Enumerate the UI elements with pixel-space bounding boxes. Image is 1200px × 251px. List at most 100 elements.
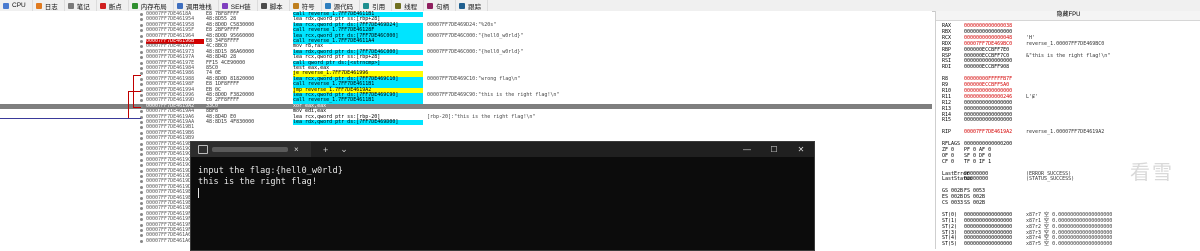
new-tab-button[interactable]: + bbox=[323, 145, 328, 155]
terminal-line: this is the right flag! bbox=[198, 177, 317, 187]
breakpoint-dot[interactable] bbox=[140, 110, 143, 114]
tab-icon bbox=[131, 2, 138, 9]
tab-13[interactable]: 跟踪 bbox=[456, 0, 489, 11]
breakpoint-dot[interactable] bbox=[140, 126, 143, 130]
tab-icon bbox=[99, 2, 106, 9]
tab-1[interactable]: 日志 bbox=[33, 0, 65, 11]
terminal-output[interactable]: input the flag:{hell0_w0rld} this is the… bbox=[191, 157, 814, 209]
breakpoint-dot[interactable] bbox=[140, 45, 143, 49]
register-name: RDI bbox=[942, 64, 952, 71]
breakpoint-dot[interactable] bbox=[140, 234, 143, 238]
breakpoint-dot[interactable] bbox=[140, 212, 143, 216]
breakpoint-dot[interactable] bbox=[140, 175, 143, 178]
tab-9[interactable]: 源代码 bbox=[322, 0, 361, 11]
breakpoint-dot[interactable] bbox=[140, 153, 143, 157]
tab-icon bbox=[3, 2, 9, 9]
breakpoint-dot[interactable] bbox=[140, 229, 143, 232]
tab-10[interactable]: 引用 bbox=[360, 0, 393, 11]
breakpoint-dot[interactable] bbox=[140, 29, 143, 33]
jump-arrow-line bbox=[133, 107, 141, 108]
tab-6[interactable]: SEH链 bbox=[219, 0, 258, 11]
register-row[interactable]: LastStatus00000000 (STATUS_SUCCESS) bbox=[942, 176, 1074, 182]
breakpoint-dot[interactable] bbox=[140, 202, 143, 205]
tab-3[interactable]: 断点 bbox=[97, 0, 129, 11]
terminal-icon bbox=[198, 145, 208, 154]
registers-panel: 隐藏FPU RAX 0000000000000038 RBX 000000000000… bbox=[935, 11, 1200, 249]
terminal-tab-title bbox=[212, 147, 288, 152]
breakpoint-dot[interactable] bbox=[140, 13, 143, 16]
terminal-line: input the flag:{hell0_w0rld} bbox=[198, 166, 343, 176]
tab-label: 内存布局 bbox=[140, 3, 167, 11]
register-row[interactable]: RIP 00007FF7DE4619A2 reverse_1.00007FF7DE4… bbox=[942, 129, 1104, 135]
breakpoint-dot[interactable] bbox=[140, 164, 143, 168]
terminal-window[interactable]: × + ⌄ — ☐ ✕ input the flag:{hell0_w0rld}… bbox=[190, 141, 815, 251]
breakpoint-dot[interactable] bbox=[140, 223, 143, 227]
tab-7[interactable]: 脚本 bbox=[258, 0, 290, 11]
breakpoint-dot[interactable] bbox=[140, 239, 143, 243]
hide-fpu-toggle[interactable]: 隐藏FPU bbox=[936, 11, 1200, 21]
register-comment: L'Ɇ' bbox=[1026, 93, 1039, 100]
breakpoint-dot[interactable] bbox=[140, 148, 143, 151]
tab-0[interactable]: CPU bbox=[0, 0, 33, 11]
jump-arrow-line bbox=[128, 91, 141, 92]
register-comment: &"this is the right flag!\n" bbox=[1026, 52, 1111, 59]
breakpoint-dot[interactable] bbox=[140, 67, 143, 70]
tab-icon bbox=[324, 2, 331, 9]
tab-label: 笔记 bbox=[76, 3, 90, 11]
tab-5[interactable]: 调用堆栈 bbox=[174, 0, 219, 11]
tab-label: 线程 bbox=[404, 3, 418, 11]
minimize-button[interactable]: — bbox=[734, 142, 760, 157]
breakpoint-dot[interactable] bbox=[140, 99, 143, 103]
breakpoint-dot[interactable] bbox=[140, 40, 143, 43]
close-tab-icon[interactable]: × bbox=[294, 145, 299, 154]
tab-icon bbox=[221, 2, 228, 9]
register-row[interactable]: CF 0 TF 0 IF 1 bbox=[942, 159, 1026, 165]
jump-arrow-line bbox=[0, 118, 141, 119]
tab-icon bbox=[363, 2, 370, 9]
jump-arrow-line bbox=[133, 75, 141, 76]
breakpoint-dot[interactable] bbox=[140, 34, 143, 38]
breakpoint-dot[interactable] bbox=[140, 131, 143, 135]
breakpoint-dot[interactable] bbox=[140, 185, 143, 189]
register-row[interactable]: ST(5) 0000000000000000 x87r5 空 0.000000000… bbox=[942, 241, 1112, 247]
tab-2[interactable]: 笔记 bbox=[65, 0, 97, 11]
tab-label: 跟踪 bbox=[468, 3, 482, 11]
breakpoint-dot[interactable] bbox=[140, 94, 143, 97]
tab-icon bbox=[459, 2, 466, 9]
register-row[interactable]: R15 0000000000000000 bbox=[942, 117, 1026, 123]
register-value: 000000ECCBFF908 bbox=[964, 64, 1010, 71]
register-value: SS 002B bbox=[964, 200, 986, 206]
breakpoint-dot[interactable] bbox=[140, 180, 143, 184]
breakpoint-dot[interactable] bbox=[140, 196, 143, 200]
tab-12[interactable]: 句柄 bbox=[424, 0, 457, 11]
tab-11[interactable]: 线程 bbox=[392, 0, 425, 11]
breakpoint-dot[interactable] bbox=[140, 77, 143, 81]
breakpoint-dot[interactable] bbox=[140, 61, 143, 65]
breakpoint-dot[interactable] bbox=[140, 83, 143, 87]
tab-8[interactable]: 符号 bbox=[290, 0, 322, 11]
breakpoint-dot[interactable] bbox=[140, 50, 143, 54]
breakpoint-dot[interactable] bbox=[140, 23, 143, 27]
breakpoint-dot[interactable] bbox=[140, 158, 143, 162]
tab-4[interactable]: 内存布局 bbox=[129, 0, 174, 11]
breakpoint-dot[interactable] bbox=[140, 207, 143, 211]
tab-icon bbox=[395, 2, 402, 9]
breakpoint-dot[interactable] bbox=[140, 142, 143, 146]
breakpoint-dot[interactable] bbox=[140, 191, 143, 195]
chevron-down-icon[interactable]: ⌄ bbox=[340, 144, 348, 155]
maximize-button[interactable]: ☐ bbox=[761, 142, 787, 157]
register-row[interactable]: RDI 000000ECCBFF908 bbox=[942, 64, 1026, 71]
watermark-logo: 看雪 bbox=[1130, 160, 1174, 184]
jump-arrow-line bbox=[128, 91, 129, 118]
close-window-button[interactable]: ✕ bbox=[788, 142, 814, 157]
register-row[interactable]: CS 0033SS 002B bbox=[942, 200, 1026, 206]
terminal-titlebar[interactable]: × + ⌄ — ☐ ✕ bbox=[191, 142, 814, 157]
breakpoint-dot[interactable] bbox=[140, 169, 143, 173]
breakpoint-dot[interactable] bbox=[140, 56, 143, 60]
breakpoint-dot[interactable] bbox=[140, 218, 143, 222]
breakpoint-dot[interactable] bbox=[140, 137, 143, 141]
breakpoint-dot[interactable] bbox=[140, 18, 143, 22]
terminal-tab[interactable]: × bbox=[191, 142, 311, 157]
breakpoint-dot[interactable] bbox=[140, 121, 143, 124]
terminal-cursor bbox=[198, 188, 199, 198]
